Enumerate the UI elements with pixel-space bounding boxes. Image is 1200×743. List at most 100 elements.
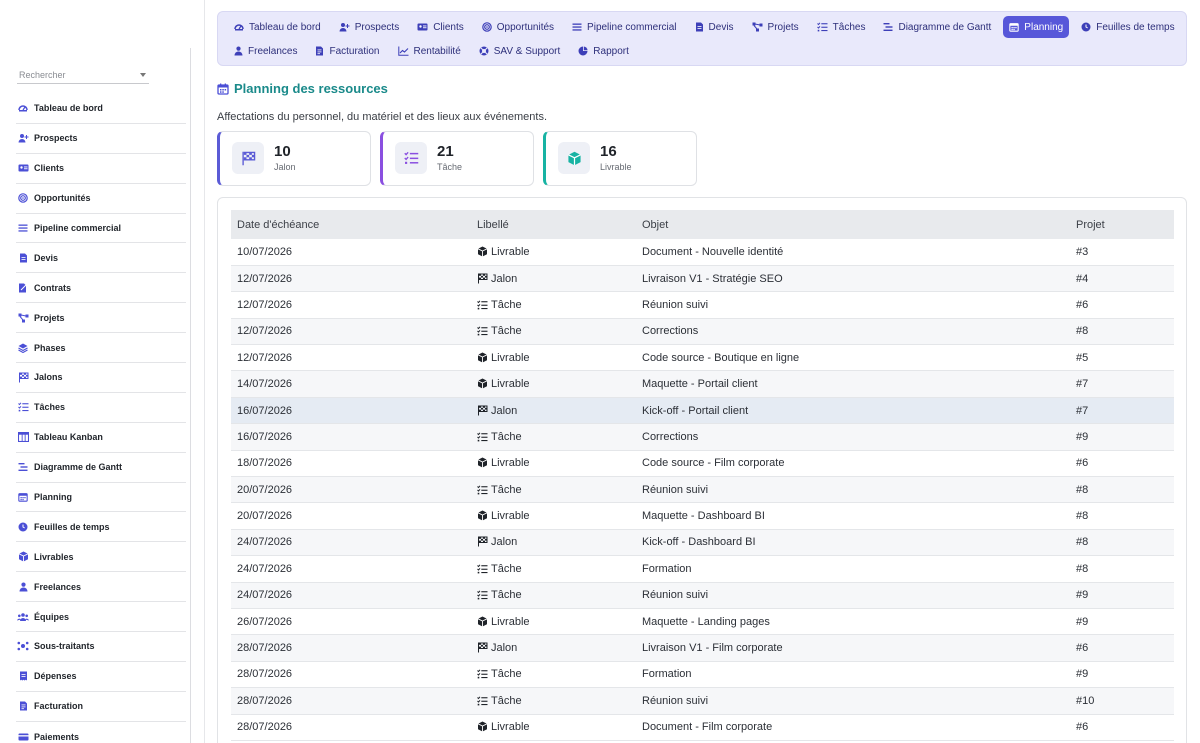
cell-project: #8 (1070, 502, 1174, 530)
cell-object: Code source - Boutique en ligne (636, 344, 1070, 372)
tab-planning[interactable]: Planning (1003, 16, 1070, 38)
sidebar-item-label: Devis (34, 252, 59, 263)
sidebar-item-label: Livrables (34, 551, 74, 562)
column-header-object[interactable]: Objet (636, 210, 1070, 239)
gantt-icon (16, 462, 30, 472)
sidebar-item-clients[interactable]: Clients (16, 154, 186, 184)
cell-date: 12/07/2026 (231, 318, 471, 346)
table-row[interactable]: 20/07/2026 Livrable Maquette - Dashboard B… (231, 502, 1174, 530)
cell-project: #6 (1070, 291, 1174, 319)
table-row[interactable]: 24/07/2026 Jalon Kick-off - Dashboard BI #8 (231, 529, 1174, 557)
sidebar-item-opportunites[interactable]: Opportunités (16, 184, 186, 214)
sidebar-item-contrats[interactable]: Contrats (16, 273, 186, 304)
sidebar-item-diagramme-de-gantt[interactable]: Diagramme de Gantt (16, 453, 186, 483)
sidebar-item-feuilles-de-temps[interactable]: Feuilles de temps (16, 512, 186, 543)
sidebar-item-taches[interactable]: Tâches (16, 393, 186, 423)
table-row[interactable]: 24/07/2026 Tâche Formation #8 (231, 555, 1174, 583)
chevron-down-icon[interactable] (140, 73, 146, 77)
sidebar-item-label: Opportunités (34, 193, 91, 204)
cell-label-text: Tâche (491, 694, 522, 707)
sidebar-item-prospects[interactable]: Prospects (16, 124, 186, 154)
table-row[interactable]: 28/07/2026 Jalon Livraison V1 - Film corpo… (231, 634, 1174, 662)
table-row[interactable]: 12/07/2026 Tâche Réunion suivi #6 (231, 291, 1174, 319)
tab-opportunites[interactable]: Opportunités (476, 16, 560, 38)
tab-label: Planning (1024, 21, 1064, 33)
table-row[interactable]: 28/07/2026 Livrable Document - Film corpor… (231, 714, 1174, 741)
table-row[interactable]: 12/07/2026 Tâche Corrections #8 (231, 318, 1174, 346)
sidebar-item-jalons[interactable]: Jalons (16, 363, 186, 393)
tab-pipeline-commercial[interactable]: Pipeline commercial (566, 16, 682, 38)
tab-taches[interactable]: Tâches (811, 16, 872, 38)
table-row[interactable]: 18/07/2026 Livrable Code source - Film cor… (231, 450, 1174, 478)
tab-rentabilite[interactable]: Rentabilité (392, 40, 467, 62)
table-row[interactable]: 24/07/2026 Tâche Réunion suivi #9 (231, 582, 1174, 609)
tab-projets[interactable]: Projets (746, 16, 805, 38)
sidebar-item-pipeline-commercial[interactable]: Pipeline commercial (16, 214, 186, 244)
column-header-date[interactable]: Date d'échéance (231, 210, 471, 239)
cell-label-text: Livrable (491, 245, 530, 258)
cell-object: Réunion suivi (636, 687, 1070, 715)
sidebar-item-label: Sous-traitants (34, 641, 95, 652)
sidebar-item-equipes[interactable]: Équipes (16, 602, 186, 633)
sidebar-item-livrables[interactable]: Livrables (16, 542, 186, 573)
tasks-icon (816, 22, 828, 32)
box-icon (477, 510, 488, 521)
table-row[interactable]: 12/07/2026 Livrable Code source - Boutique… (231, 344, 1174, 372)
cell-project: #4 (1070, 265, 1174, 293)
page-title-text: Planning des ressources (234, 81, 388, 96)
sidebar-item-planning[interactable]: Planning (16, 483, 186, 513)
tab-freelances[interactable]: Freelances (228, 40, 303, 62)
sidebar-item-tableau-kanban[interactable]: Tableau Kanban (16, 423, 186, 453)
cell-date: 12/07/2026 (231, 344, 471, 372)
table-row[interactable]: 20/07/2026 Tâche Réunion suivi #8 (231, 476, 1174, 504)
table-row[interactable]: 10/07/2026 Livrable Document - Nouvelle id… (231, 239, 1174, 266)
search-select[interactable]: Rechercher (17, 66, 149, 84)
table-row[interactable]: 28/07/2026 Tâche Réunion suivi #10 (231, 687, 1174, 715)
sidebar-item-facturation[interactable]: Facturation (16, 692, 186, 722)
tab-tableau-de-bord[interactable]: Tableau de bord (228, 16, 327, 38)
cell-date: 18/07/2026 (231, 450, 471, 478)
tab-diagramme-de-gantt[interactable]: Diagramme de Gantt (877, 16, 997, 38)
flag-icon (241, 151, 256, 166)
column-header-label[interactable]: Libellé (471, 210, 636, 239)
tasks-icon (477, 696, 488, 706)
chart-icon (397, 46, 409, 56)
sidebar-item-paiements[interactable]: Paiements (16, 722, 186, 743)
cell-project: #6 (1070, 634, 1174, 662)
table-row[interactable]: 16/07/2026 Tâche Corrections #9 (231, 423, 1174, 451)
sidebar-item-label: Diagramme de Gantt (34, 462, 123, 473)
cell-date: 12/07/2026 (231, 265, 471, 293)
sidebar-item-tableau-de-bord[interactable]: Tableau de bord (16, 94, 186, 124)
sidebar-item-projets[interactable]: Projets (16, 303, 186, 334)
tasks-icon (477, 485, 488, 495)
sidebar-item-sous-traitants[interactable]: Sous-traitants (16, 632, 186, 662)
column-header-project[interactable]: Projet (1070, 210, 1174, 239)
clock-icon (1081, 22, 1091, 32)
table-row[interactable]: 28/07/2026 Tâche Formation #9 (231, 661, 1174, 689)
tab-clients[interactable]: Clients (411, 16, 470, 38)
cell-object: Kick-off - Portail client (636, 397, 1070, 425)
payment-icon (16, 732, 30, 742)
tab-label: Freelances (248, 45, 298, 57)
cell-label: Livrable (471, 344, 636, 372)
cell-project: #3 (1070, 239, 1174, 266)
tab-devis[interactable]: Devis (689, 16, 740, 38)
tab-feuilles-de-temps[interactable]: Feuilles de temps (1075, 16, 1180, 38)
table-row[interactable]: 14/07/2026 Livrable Maquette - Portail cli… (231, 370, 1174, 398)
tab-sav-support[interactable]: SAV & Support (473, 40, 567, 62)
table-row[interactable]: 26/07/2026 Livrable Maquette - Landing pag… (231, 608, 1174, 636)
stat-label: Livrable (600, 162, 632, 172)
tab-prospects[interactable]: Prospects (333, 16, 405, 38)
flag-icon (16, 372, 30, 383)
cell-object: Corrections (636, 318, 1070, 346)
sidebar-item-label: Clients (34, 163, 65, 174)
sidebar-item-freelances[interactable]: Freelances (16, 572, 186, 603)
table-row[interactable]: 16/07/2026 Jalon Kick-off - Portail client… (231, 397, 1174, 425)
table-row[interactable]: 12/07/2026 Jalon Livraison V1 - Stratégie … (231, 265, 1174, 293)
sidebar-item-devis[interactable]: Devis (16, 243, 186, 274)
sidebar-item-phases[interactable]: Phases (16, 333, 186, 364)
tab-rapport[interactable]: Rapport (572, 40, 635, 62)
sidebar-item-depenses[interactable]: Dépenses (16, 662, 186, 692)
cell-label: Livrable (471, 608, 636, 636)
tab-facturation[interactable]: Facturation (309, 40, 385, 62)
